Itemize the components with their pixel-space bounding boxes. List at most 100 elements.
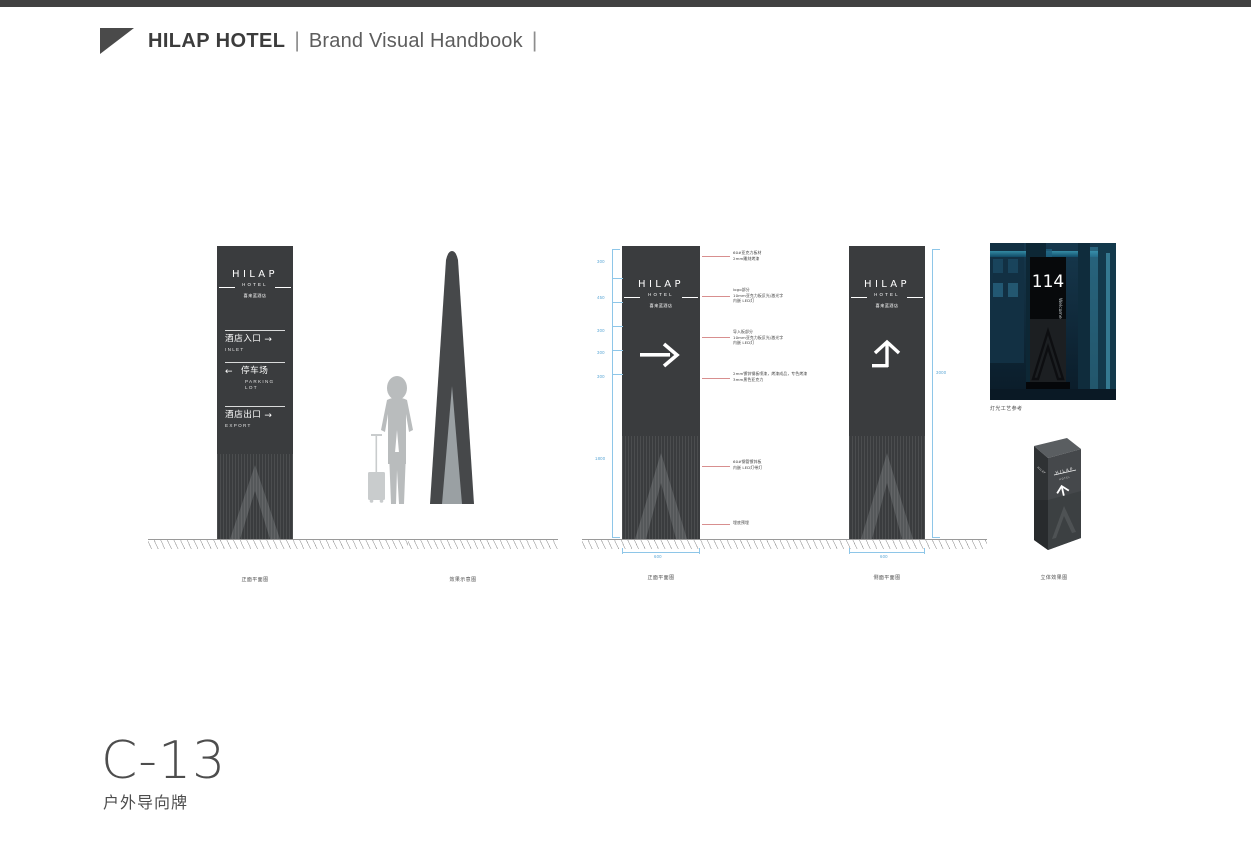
top-accent-bar [0,0,1251,7]
logo-letter-a: A [258,269,269,280]
sign-row-export-zh: 酒店出口 → [225,410,285,421]
sign-row-inlet-zh: 酒店入口 → [225,334,285,345]
dim-label: 300 [597,350,605,355]
side-sign-logo-en: HOTEL [874,292,900,297]
side-width-dim [849,548,925,554]
sign-row-parking: ← 停车场 PARKING LOT [225,362,285,391]
side-sign-logo: H I L A P HOTEL 喜来蓝酒店 [849,280,925,308]
dim-label: 1800 [595,456,606,461]
front-dimension-line [612,249,620,538]
front-sign-stripe-lines [622,436,700,539]
sign-stripe-lines [217,454,293,539]
logo-letter-l: L [655,279,665,290]
side-total-dim-label: 3000 [936,370,947,375]
side-elevation-sign: H I L A P HOTEL 喜来蓝酒店 [849,246,925,539]
front-sign-striped-base [622,436,700,539]
brand-name: HILAP HOTEL [148,29,286,52]
dim-tick [612,302,623,303]
scale-comparison-view [368,251,474,504]
caption-perspective: 立体效果图 [1040,575,1068,581]
header-subtitle: Brand Visual Handbook [308,29,523,52]
sign-row-export-label: 酒店出口 [225,410,262,421]
annotation-text: 埋底预埋 [733,520,749,525]
leader-line [702,296,730,297]
sign-logo-lockup: H I L A P HOTEL 喜来蓝酒店 [217,270,293,298]
sign-logo-cn: 喜来蓝酒店 [243,293,267,298]
ground-line-2 [408,539,558,549]
front-width-label: 600 [654,554,662,559]
logo-letter-h: H [638,279,649,290]
caption-scale-view: 效果示意图 [449,577,477,583]
front-sign-logo-cn: 喜来蓝酒店 [649,303,673,308]
arrow-right-icon: → [264,335,273,345]
leader-line [702,337,730,338]
perspective-view: HILAP HOTEL HILAP [1034,438,1081,550]
logo-letter-p: P [268,269,278,280]
sign-row-inlet: 酒店入口 → INLET [225,330,285,353]
annotation-text: 60#亚克力板材 2mm雕刻烤漆 [733,250,762,261]
front-sign-logo-rule: HOTEL [622,292,700,302]
sign-row-export-en: EXPORT [225,422,252,428]
sign-striped-base [217,454,293,539]
caption-side-elevation: 侧面平面图 [873,575,901,581]
logo-letter-a: A [890,279,901,290]
front-elevation-sign: H I L A P HOTEL 喜来蓝酒店 [622,246,700,539]
logo-letter-h: H [864,279,875,290]
flag-triangle-mark-icon [100,28,134,54]
dim-label: 300 [597,328,605,333]
arrow-right-glyph-icon [640,342,680,368]
luggage-icon [368,434,385,503]
leader-line [702,524,730,525]
logo-letter-p: P [674,279,684,290]
sign-row-inlet-label: 酒店入口 [225,334,262,345]
info-board-sign: H I L A P HOTEL 喜来蓝酒店 酒店入口 → INLET ← 停车场… [217,246,293,539]
logo-letter-l: L [249,269,259,280]
arrow-up-turn-glyph-icon [872,339,901,368]
dim-tick [612,278,623,279]
page-header: HILAP HOTEL | Brand Visual Handbook | [100,28,537,54]
sign-row-parking-zh: ← 停车场 [225,366,285,377]
sign-logo-rule: HOTEL [217,282,293,292]
front-sign-logo-en: HOTEL [648,292,674,297]
dim-label: 450 [597,295,605,300]
tapered-pylon-shape [430,251,474,504]
leader-line [702,466,730,467]
annotation-text: 2mm镀锌钢板喷漆，烤漆成品，专色烤漆 3mm黑色亚克力 [733,371,808,382]
side-sign-stripe-lines [849,436,925,539]
side-sign-logo-cn: 喜来蓝酒店 [875,303,899,308]
side-sign-striped-base [849,436,925,539]
sign-row-inlet-en: INLET [225,346,245,352]
sign-row-parking-en: PARKING LOT [245,378,275,390]
annotation-text: logo部分 10mm亚克力板反光/激光字 内嵌 LED灯 [733,287,784,304]
annotation-text: 60#钢管镀锌板 内嵌 LED灯带灯 [733,459,763,470]
arrow-right-icon: → [264,411,273,421]
annotation-text: 导入板部分 10mm亚克力板反光/激光字 内嵌 LED灯 [733,329,784,346]
logo-letter-h: H [232,269,243,280]
person-silhouette-icon [381,376,413,504]
dim-tick [612,374,623,375]
header-separator-end: | [531,29,538,52]
leader-line [702,378,730,379]
side-width-label: 600 [880,554,888,559]
ground-line-3 [582,539,987,549]
leader-line [702,256,730,257]
logo-letter-p: P [900,279,910,290]
sign-row-export: 酒店出口 → EXPORT [225,406,285,429]
logo-letter-l: L [881,279,891,290]
dim-tick [612,326,623,327]
front-sign-logo: H I L A P HOTEL 喜来蓝酒店 [622,280,700,308]
dim-label: 300 [597,374,605,379]
side-sign-logo-letters: H I L A P [849,280,925,290]
caption-photo: 灯光工艺参考 [990,406,1023,412]
front-width-dim [622,548,700,554]
caption-front-elevation: 正面平面图 [647,575,675,581]
page-number: C-13 [101,731,227,791]
logo-letter-a: A [664,279,675,290]
arrow-left-icon: ← [225,367,234,377]
photo-room-number: 114 [1032,272,1064,292]
header-separator: | [294,29,300,52]
photo-illustration: 114 Welcome Street [990,243,1116,400]
lighting-reference-photo: 114 Welcome Street [990,243,1116,400]
side-sign-logo-rule: HOTEL [849,292,925,302]
page-title: 户外导向牌 [103,793,189,812]
